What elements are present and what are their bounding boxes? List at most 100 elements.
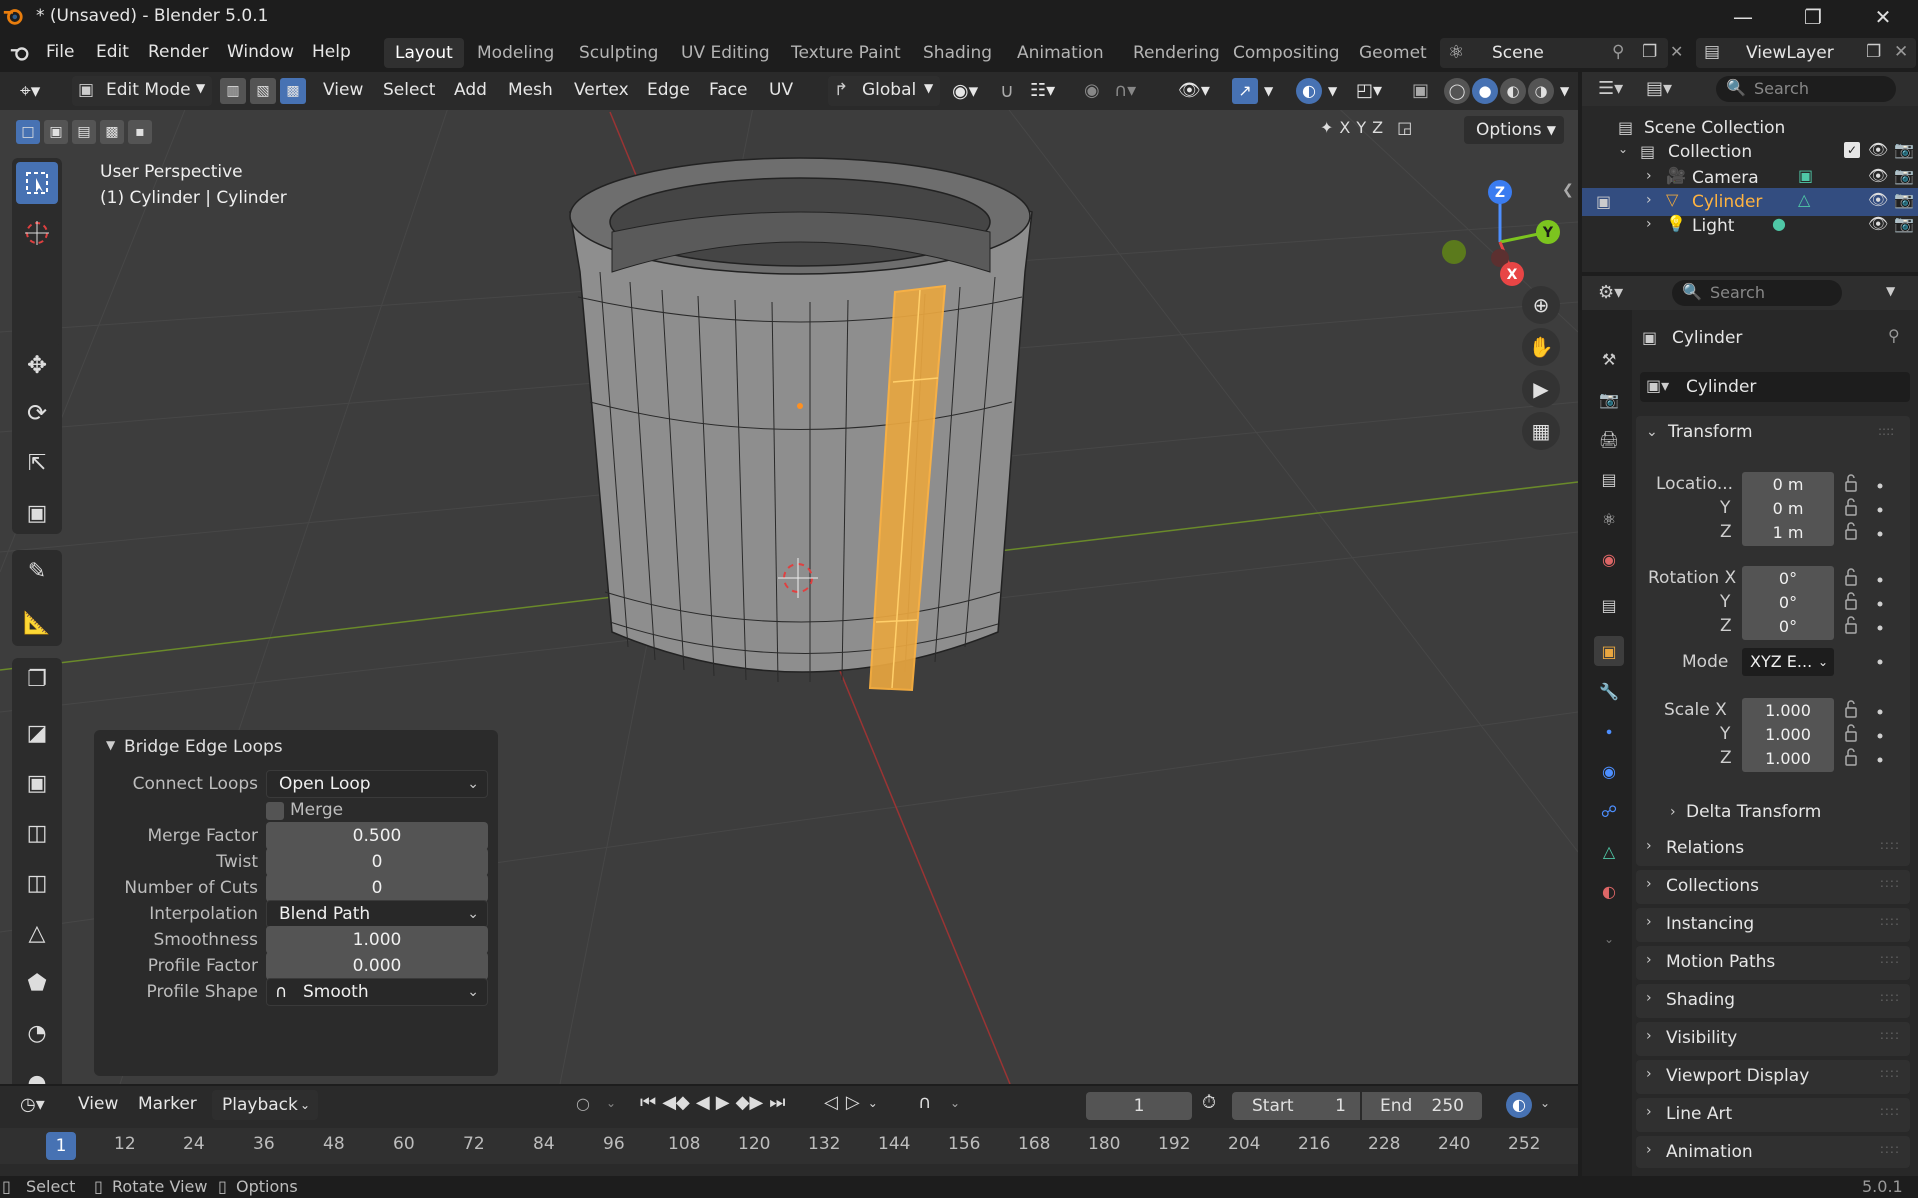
chevron-down-icon[interactable]: ▼ [106,738,115,752]
material-tab-icon[interactable]: ◐ [1594,876,1624,906]
light-data-icon[interactable]: ● [1772,214,1786,233]
transform-orientation-selector[interactable]: ↱ Global ▼ [828,76,940,106]
constraints-tab-icon[interactable]: ☍ [1594,796,1624,826]
pivot-point-icon[interactable]: ◉▾ [952,80,978,102]
menu-edit[interactable]: Edit [96,42,129,62]
chevron-right-icon[interactable]: › [1646,168,1652,184]
panel-motion-paths[interactable]: › Motion Paths:::: [1636,946,1910,980]
play-icon[interactable]: ▶ [716,1092,730,1113]
scale-y-field[interactable]: 1.000 [1742,722,1834,748]
render-tab-icon[interactable]: 📷 [1594,384,1624,414]
cursor-tool-icon[interactable] [16,212,58,254]
profile-factor-field[interactable]: 0.000 [266,952,488,980]
pan-hand-icon[interactable]: ✋ [1522,328,1560,366]
select-intersect-icon[interactable]: ▪ [128,120,152,144]
tab-geometry[interactable]: Geometr [1348,38,1428,68]
timeline-editor-icon[interactable]: ◷▾ [20,1094,45,1115]
minimize-button[interactable]: — [1708,0,1778,34]
snap-icon[interactable]: ∪ [1000,80,1014,102]
panel-viewport-display[interactable]: › Viewport Display:::: [1636,1060,1910,1094]
panel-instancing[interactable]: › Instancing:::: [1636,908,1910,942]
face-select-icon[interactable]: ▩ [280,78,306,104]
cylinder-mesh[interactable] [569,157,1033,692]
physics-tab-icon[interactable]: ◉ [1594,756,1624,786]
chevron-right-icon[interactable]: › [1646,192,1652,208]
collection-tab-icon[interactable]: ▤ [1594,590,1624,620]
solid-shading-icon[interactable]: ● [1472,78,1498,104]
select-subtract-icon[interactable]: ▤ [72,120,96,144]
xray-toggle-icon[interactable]: ▣ [1412,80,1429,101]
scene-selector[interactable]: ⚛ Scene ⚲ ❐ [1440,38,1668,68]
smoothness-field[interactable]: 1.000 [266,926,488,954]
camera-render-icon[interactable]: 📷 [1894,190,1914,209]
menu-vertex[interactable]: Vertex [574,80,629,100]
eye-icon[interactable]: 👁 [1868,140,1888,159]
chevron-right-icon[interactable]: › [1646,216,1652,232]
mesh-data-icon[interactable]: △ [1798,190,1810,209]
measure-tool-icon[interactable]: 📐 [16,602,58,644]
axis-x-toggle[interactable]: X [1339,118,1350,137]
chevron-down-icon[interactable]: ▼ [1886,284,1895,298]
timeline-ruler[interactable] [0,1128,1578,1164]
mirror-icon[interactable]: ✦ [1320,118,1333,137]
poly-build-tool-icon[interactable]: ⬟ [16,962,58,1004]
select-box-tool-icon[interactable] [16,162,58,204]
tab-sculpting[interactable]: Sculpting [568,38,669,68]
visibility-eye-icon[interactable]: 👁▾ [1178,80,1210,101]
jump-end-icon[interactable]: ⏭ [769,1092,785,1113]
eye-icon[interactable]: 👁 [1868,214,1888,233]
3d-viewport[interactable]: ⌖▾ ▣ Edit Mode ▼ ▥ ▧ ▩ View Select Add M… [0,72,1578,1084]
knife-tool-icon[interactable]: △ [16,912,58,954]
current-frame-field[interactable]: 1 [1086,1092,1192,1120]
profile-shape-dropdown[interactable]: ∩ Smooth ⌄ [266,978,488,1006]
blender-menu-icon[interactable] [8,42,32,64]
scale-x-field[interactable]: 1.000 [1742,698,1834,724]
new-view-layer-icon[interactable]: ❐ [1866,42,1881,62]
properties-search-input[interactable]: 🔍 Search [1672,280,1842,306]
rotation-z-field[interactable]: 0° [1742,614,1834,640]
chevron-down-icon[interactable]: ⌄ [1594,924,1624,954]
falloff-icon[interactable]: ∩▾ [1114,80,1136,101]
chevron-down-icon[interactable]: ⌄ [950,1096,960,1110]
record-icon[interactable]: ○ [576,1094,590,1113]
close-window-button[interactable]: ✕ [1848,0,1918,34]
twist-field[interactable]: 0 [266,848,488,876]
transform-tool-icon[interactable]: ▣ [16,492,58,534]
overlay-toggle-icon[interactable]: ◐ [1296,78,1322,104]
mesh-edit-overlay-icon[interactable]: ◰▾ [1356,80,1382,101]
select-extend-icon[interactable]: ▣ [44,120,68,144]
extrude-tool-icon[interactable]: ◪ [16,712,58,754]
play-reverse-icon[interactable]: ◀ [696,1092,710,1113]
eye-icon[interactable]: 👁 [1868,190,1888,209]
menu-mesh[interactable]: Mesh [508,80,553,100]
snap-target-icon[interactable]: ☷▾ [1030,80,1055,101]
next-keyframe-icon[interactable]: ▷ [846,1092,860,1113]
menu-file[interactable]: File [46,42,74,62]
move-tool-icon[interactable]: ✥ [16,344,58,386]
prev-keyframe-icon[interactable]: ◁ [824,1092,838,1113]
connect-loops-dropdown[interactable]: Open Loop ⌄ [266,770,488,798]
menu-view[interactable]: View [323,80,363,100]
chevron-down-icon[interactable]: ▼ [1264,84,1273,98]
chevron-down-icon[interactable]: ▼ [1560,84,1569,98]
axis-z-toggle[interactable]: Z [1372,118,1383,137]
playback-dropdown[interactable]: Playback ⌄ [212,1090,318,1120]
camera-render-icon[interactable]: 📷 [1894,214,1914,233]
rotate-tool-icon[interactable]: ⟳ [16,392,58,434]
perspective-toggle-icon[interactable]: ▦ [1522,412,1560,450]
camera-render-icon[interactable]: 📷 [1894,140,1914,159]
chevron-down-icon[interactable]: ⌄ [1540,1096,1550,1110]
end-frame-field[interactable]: End 250 [1362,1092,1482,1120]
pin-icon[interactable]: ⚲ [1612,42,1624,62]
remove-view-layer-icon[interactable]: ✕ [1894,42,1908,62]
chevron-down-icon[interactable]: ⌄ [868,1096,878,1110]
jump-keyframe-back-icon[interactable]: ◀◆ [662,1092,690,1113]
chevron-down-icon[interactable]: ⌄ [1618,142,1628,156]
timeline-menu-view[interactable]: View [78,1094,118,1114]
transform-title[interactable]: Transform [1668,422,1753,442]
add-cube-tool-icon[interactable]: ❐ [16,658,58,700]
delta-transform-subpanel[interactable]: Delta Transform [1686,802,1821,822]
tree-row-collection[interactable]: ⌄ ▤ Collection ✓ 👁 📷 [1582,138,1918,166]
timeline-menu-marker[interactable]: Marker [138,1094,197,1114]
camera-view-icon[interactable]: ▶ [1522,370,1560,408]
